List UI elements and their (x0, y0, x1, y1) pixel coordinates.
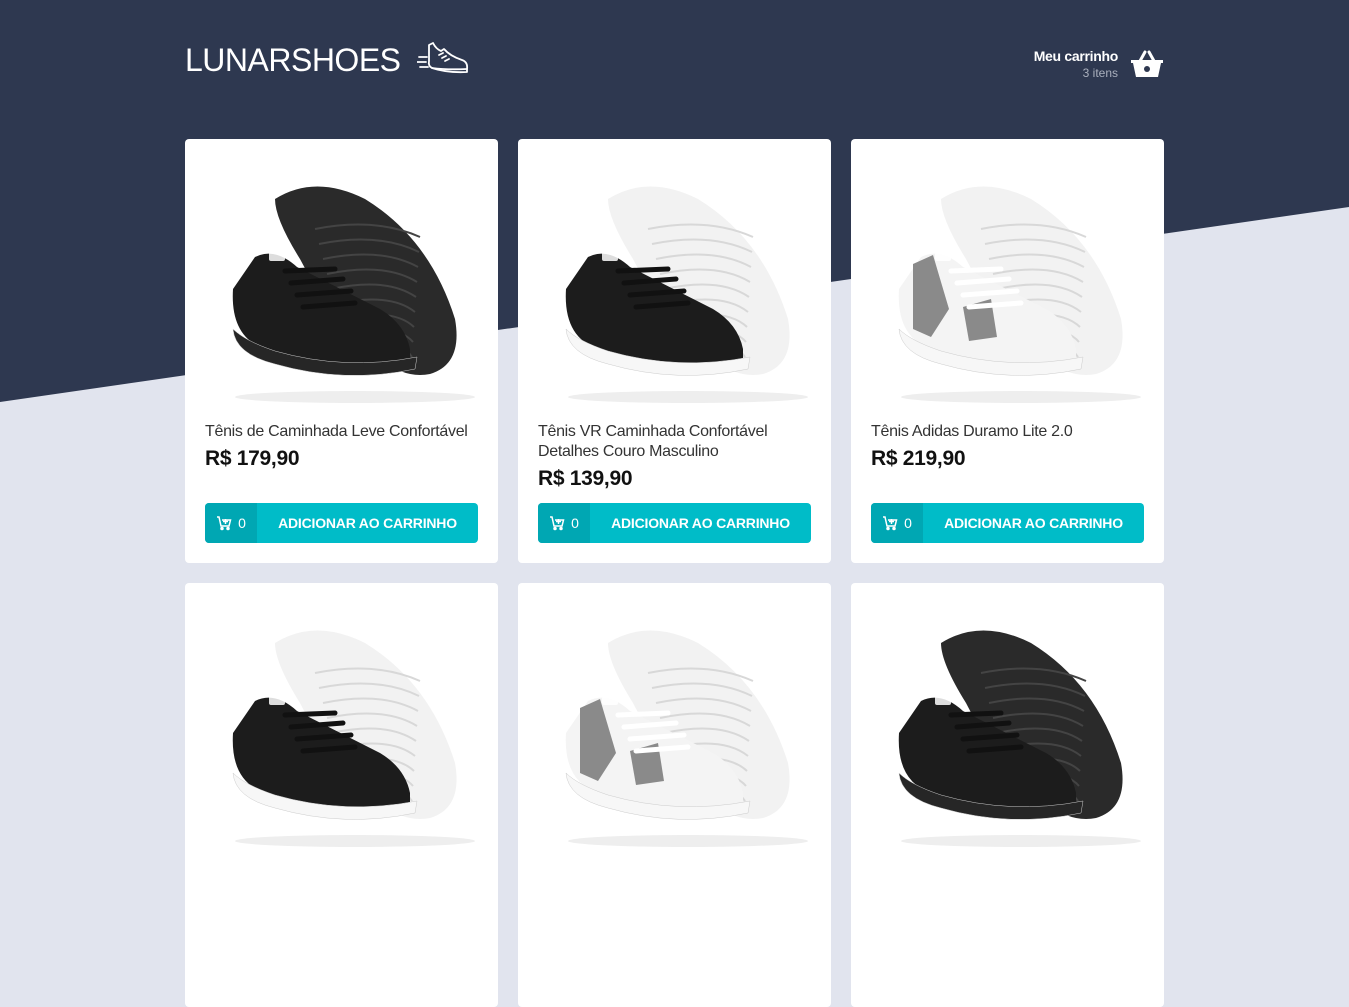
add-to-cart-label: ADICIONAR AO CARRINHO (944, 515, 1123, 531)
product-name: Tênis VR Caminhada Confortável Detalhes … (538, 423, 768, 460)
cart-amount-value: 0 (238, 515, 246, 531)
product-card (185, 583, 498, 1007)
cart-count: 3 itens (1082, 66, 1118, 80)
product-price: R$ 219,90 (871, 447, 966, 470)
product-card (518, 583, 831, 1007)
product-grid: Tênis de Caminhada Leve Confortável R$ 1… (185, 139, 1164, 1007)
product-image[interactable] (205, 159, 478, 409)
add-cart-icon (883, 516, 898, 531)
product-card: Tênis de Caminhada Leve Confortável R$ 1… (185, 139, 498, 563)
cart-amount-value: 0 (904, 515, 912, 531)
cart-amount: 0 (205, 503, 257, 543)
product-image[interactable] (871, 159, 1144, 409)
product-image[interactable] (205, 603, 478, 853)
product-price: R$ 139,90 (538, 467, 633, 490)
add-to-cart-button[interactable]: 0 ADICIONAR AO CARRINHO (538, 503, 811, 543)
product-image[interactable] (871, 603, 1144, 853)
cart-amount-value: 0 (571, 515, 579, 531)
basket-icon (1131, 50, 1163, 77)
cart-title: Meu carrinho (1033, 48, 1119, 64)
product-image[interactable] (538, 603, 811, 853)
add-cart-icon (550, 516, 565, 531)
header: LUNARSHOES Meu carrinho 3 itens (185, 0, 1164, 139)
cart-link[interactable]: Meu carrinho 3 itens (1034, 48, 1164, 80)
logo[interactable]: LUNARSHOES (185, 41, 469, 79)
product-name: Tênis de Caminhada Leve Confortável (205, 423, 468, 440)
cart-amount: 0 (538, 503, 590, 543)
product-name: Tênis Adidas Duramo Lite 2.0 (871, 423, 1073, 440)
cart-amount: 0 (871, 503, 923, 543)
add-cart-icon (217, 516, 232, 531)
product-price: R$ 179,90 (205, 447, 300, 470)
add-to-cart-button[interactable]: 0 ADICIONAR AO CARRINHO (205, 503, 478, 543)
add-to-cart-button[interactable]: 0 ADICIONAR AO CARRINHO (871, 503, 1144, 543)
add-to-cart-label: ADICIONAR AO CARRINHO (611, 515, 790, 531)
running-shoe-icon (416, 41, 468, 73)
add-to-cart-label: ADICIONAR AO CARRINHO (278, 515, 457, 531)
cart-info: Meu carrinho 3 itens (1033, 48, 1119, 80)
product-image[interactable] (538, 159, 811, 409)
product-card: Tênis Adidas Duramo Lite 2.0 R$ 219,90 0… (851, 139, 1164, 563)
product-card (851, 583, 1164, 1007)
logo-text: LUNARSHOES (185, 42, 401, 78)
product-card: Tênis VR Caminhada Confortável Detalhes … (518, 139, 831, 563)
